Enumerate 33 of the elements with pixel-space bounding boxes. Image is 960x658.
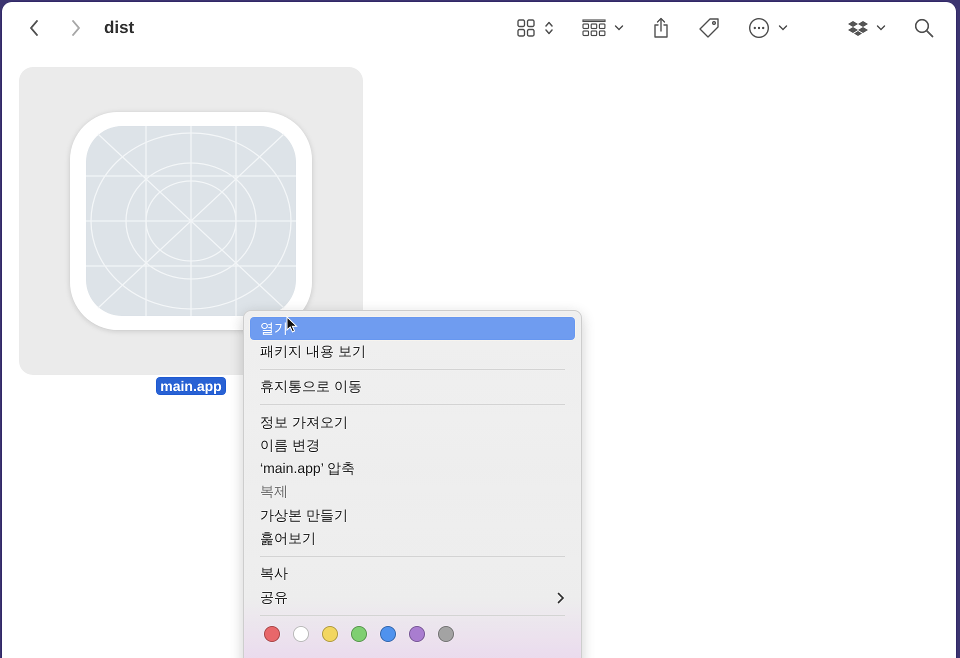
menu-item[interactable]: 복사: [250, 562, 575, 586]
mouse-pointer-icon: [286, 316, 298, 333]
tag-color-dot[interactable]: [322, 626, 338, 642]
grid-view-icon[interactable]: [516, 18, 536, 38]
tag-color-dot[interactable]: [438, 626, 454, 642]
up-down-chevron-icon[interactable]: [544, 20, 554, 36]
chevron-right-icon: [557, 592, 565, 604]
more-options-icon[interactable]: [748, 17, 770, 39]
group-grid-icon[interactable]: [582, 19, 606, 37]
tag-color-dot[interactable]: [351, 626, 367, 642]
menu-item[interactable]: 훑어보기: [250, 527, 575, 551]
menu-item[interactable]: 가상본 만들기: [250, 504, 575, 528]
back-icon[interactable]: [28, 19, 40, 37]
search-icon[interactable]: [914, 18, 934, 38]
menu-item[interactable]: 이름 변경: [250, 434, 575, 458]
chevron-down-icon[interactable]: [778, 24, 788, 32]
tag-color-dot[interactable]: [264, 626, 280, 642]
chevron-down-icon[interactable]: [876, 24, 886, 32]
share-icon[interactable]: [652, 17, 670, 39]
tag-color-dot[interactable]: [380, 626, 396, 642]
file-name-label[interactable]: main.app: [156, 377, 226, 395]
file-thumbnail-background[interactable]: [19, 67, 363, 375]
menu-item[interactable]: 휴지통으로 이동: [250, 376, 575, 399]
menu-item[interactable]: 패키지 내용 보기: [250, 340, 575, 364]
tag-color-dot[interactable]: [409, 626, 425, 642]
box-stack-icon[interactable]: [848, 20, 868, 36]
menu-item[interactable]: ‘main.app’ 압축: [250, 457, 575, 481]
tag-icon[interactable]: [698, 17, 720, 39]
menu-item[interactable]: 공유: [250, 586, 575, 610]
tag-color-dot[interactable]: [293, 626, 309, 642]
window-title: dist: [104, 18, 134, 38]
menu-item[interactable]: 정보 가져오기: [250, 410, 575, 434]
chevron-down-icon[interactable]: [614, 24, 624, 32]
